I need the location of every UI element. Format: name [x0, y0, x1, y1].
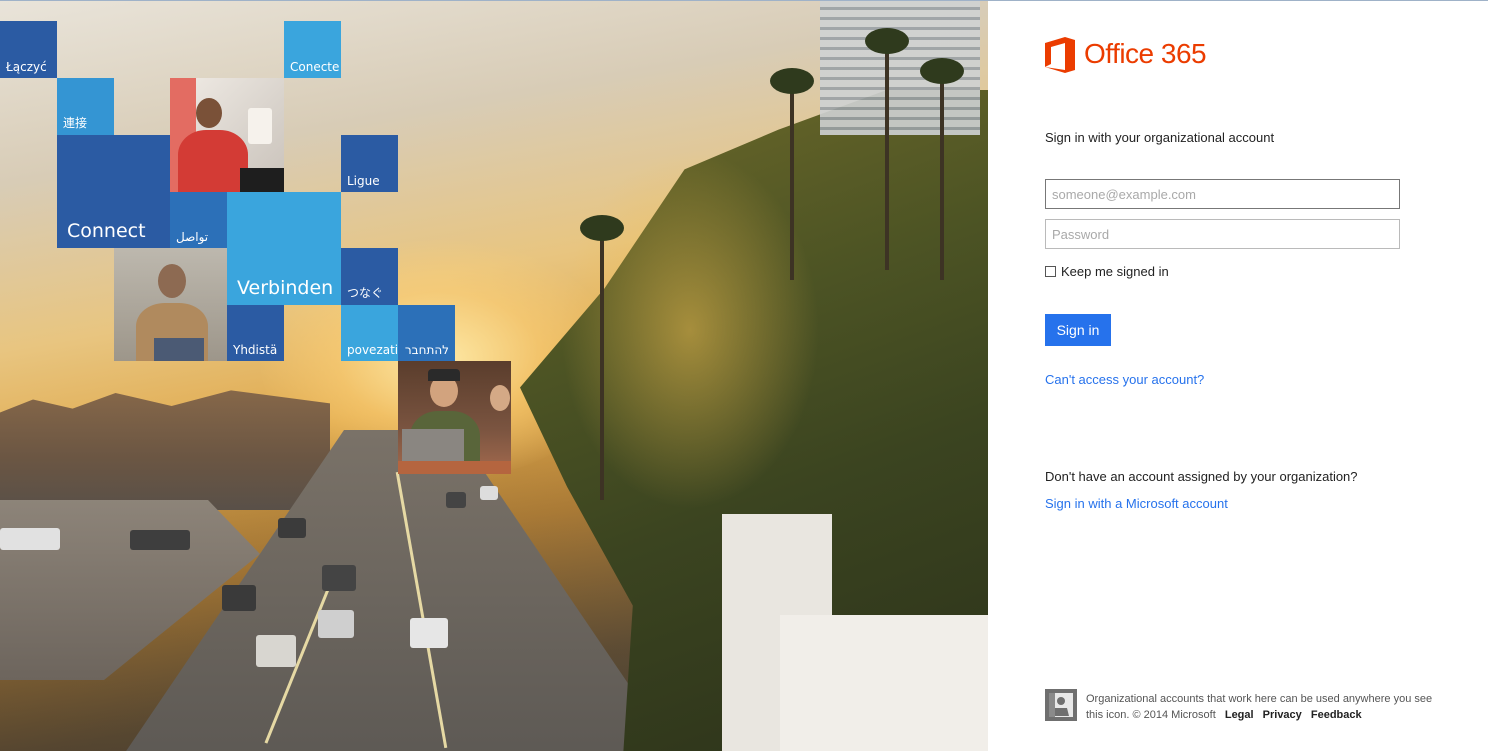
- top-border: [0, 0, 1488, 1]
- no-account-question: Don't have an account assigned by your o…: [1045, 469, 1358, 484]
- legal-link[interactable]: Legal: [1225, 709, 1254, 721]
- tile-label: Connect: [67, 220, 146, 242]
- keep-signed-in-checkbox[interactable]: [1045, 265, 1056, 277]
- tile-lehitchaber: להתחבר: [398, 305, 455, 361]
- footer-message: Organizational accounts that work here c…: [1086, 693, 1433, 721]
- palm-frond: [920, 58, 964, 84]
- signin-heading: Sign in with your organizational account: [1045, 130, 1275, 145]
- tile-lianjie: 連接: [57, 78, 114, 135]
- palm-trunk: [790, 80, 794, 280]
- cliff-glow: [560, 150, 820, 510]
- concrete-wall: [780, 615, 988, 751]
- tile-povezati: povezati: [341, 305, 398, 361]
- jeans: [154, 338, 204, 361]
- tile-label: povezati: [347, 343, 399, 357]
- tile-label: 連接: [63, 116, 88, 130]
- person-body: [178, 130, 248, 192]
- side-table: [240, 168, 284, 192]
- microsoft-account-link[interactable]: Sign in with a Microsoft account: [1045, 496, 1228, 511]
- lamp: [248, 108, 272, 144]
- org-account-icon: [1045, 689, 1077, 721]
- person-head: [196, 98, 222, 128]
- hat: [428, 369, 460, 381]
- car: [410, 618, 448, 648]
- privacy-link[interactable]: Privacy: [1263, 709, 1302, 721]
- car: [446, 492, 466, 508]
- footer-text: Organizational accounts that work here c…: [1086, 691, 1446, 723]
- tile-ligue: Ligue: [341, 135, 398, 192]
- tile-connect: Connect: [57, 135, 170, 248]
- sign-in-button[interactable]: Sign in: [1045, 314, 1111, 346]
- palm-frond: [580, 215, 624, 241]
- username-input[interactable]: [1045, 179, 1400, 209]
- person-head: [490, 385, 510, 411]
- tile-verbinden: Verbinden: [227, 192, 341, 305]
- car: [256, 635, 296, 667]
- table: [398, 461, 511, 474]
- photo-tile-woman-reading: [170, 78, 284, 192]
- tile-yhdista: Yhdistä: [227, 305, 284, 361]
- tile-laczyc: Łączyć: [0, 21, 57, 78]
- car: [0, 528, 60, 550]
- footer: Organizational accounts that work here c…: [1045, 689, 1445, 729]
- palm-frond: [770, 68, 814, 94]
- person-head: [158, 264, 186, 298]
- laptop: [402, 429, 464, 463]
- office-logo: Office 365: [1045, 37, 1245, 77]
- car: [480, 486, 498, 500]
- tile-label: Łączyć: [6, 60, 47, 74]
- hillside-town: [0, 390, 330, 510]
- cant-access-link[interactable]: Can't access your account?: [1045, 372, 1204, 387]
- office-icon: [1045, 37, 1075, 73]
- tile-label: Yhdistä: [233, 343, 278, 357]
- photo-tile-man-laptop: [398, 361, 511, 474]
- palm-trunk: [885, 40, 889, 270]
- keep-signed-in-label[interactable]: Keep me signed in: [1061, 264, 1169, 279]
- tile-tawasal: تواصل: [170, 192, 227, 248]
- tile-label: Verbinden: [237, 277, 334, 299]
- palm-trunk: [940, 70, 944, 280]
- tile-label: להתחבר: [404, 343, 449, 357]
- tile-conecte: Conecte: [284, 21, 341, 78]
- background-photo: Łączyć Conecte 連接 Ligue Connect تواصل Ve…: [0, 0, 988, 751]
- photo-tile-man-phone: [114, 248, 227, 361]
- car: [130, 530, 190, 550]
- car: [322, 565, 356, 591]
- signin-panel: Office 365 Sign in with your organizatio…: [988, 0, 1488, 751]
- car: [278, 518, 306, 538]
- tile-tsunagu: つなぐ: [341, 248, 398, 305]
- keep-signed-in[interactable]: Keep me signed in: [1045, 263, 1169, 279]
- feedback-link[interactable]: Feedback: [1311, 709, 1362, 721]
- palm-trunk: [600, 230, 604, 500]
- tile-label: つなぐ: [347, 286, 384, 300]
- brand-name: Office 365: [1084, 38, 1207, 69]
- tile-label: تواصل: [176, 230, 209, 244]
- tile-label: Conecte: [290, 60, 340, 74]
- password-input[interactable]: [1045, 219, 1400, 249]
- tile-label: Ligue: [347, 174, 380, 188]
- car: [318, 610, 354, 638]
- car: [222, 585, 256, 611]
- palm-frond: [865, 28, 909, 54]
